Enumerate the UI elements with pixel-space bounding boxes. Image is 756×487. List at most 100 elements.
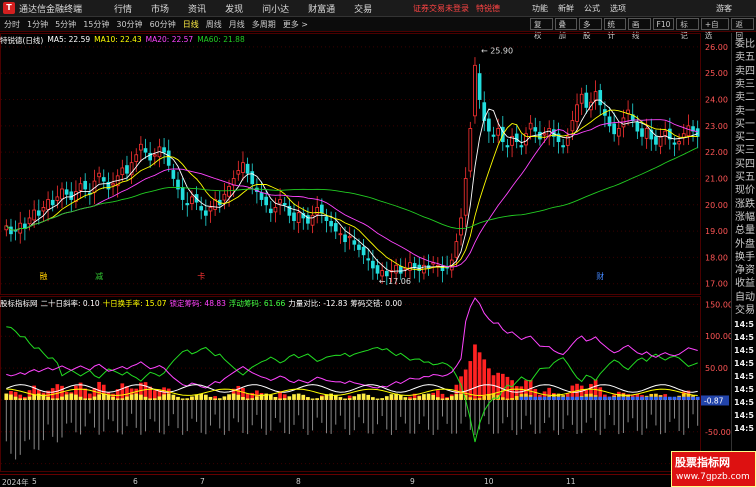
yellow-bar [473, 398, 477, 400]
candle-body [542, 133, 547, 136]
tab-weekly[interactable]: 周线 [203, 19, 225, 30]
menu-item-news[interactable]: 资讯 [188, 2, 206, 15]
tab-timeshare[interactable]: 分时 [1, 19, 23, 30]
yellow-bar [157, 396, 162, 400]
tab-30min[interactable]: 30分钟 [113, 19, 145, 30]
tab-more[interactable]: 更多 > [280, 19, 311, 30]
y-tick-label: 22.00 [705, 148, 728, 157]
tab-daily[interactable]: 日线 [180, 19, 202, 30]
candle-body [371, 260, 375, 269]
yellow-bar [408, 398, 412, 400]
blue-bar [570, 396, 575, 400]
menu-item-function[interactable]: 功能 [532, 3, 548, 14]
yellow-bar [301, 394, 306, 400]
menu-item-trade[interactable]: 交易 [354, 2, 372, 15]
menu-item-wealth[interactable]: 财富通 [308, 2, 335, 15]
candle-body [245, 163, 250, 174]
red-bar [500, 373, 505, 400]
candle-body [282, 203, 287, 206]
candle-body [477, 73, 482, 100]
menu-item-ask[interactable]: 问小达 [262, 2, 289, 15]
tab-1min[interactable]: 1分钟 [24, 19, 51, 30]
candle-body [236, 170, 241, 175]
candle-body [139, 143, 143, 151]
f10-button[interactable]: F10 [652, 18, 675, 30]
yellow-bar [315, 398, 320, 400]
draw-line-button[interactable]: 画线 [628, 18, 651, 40]
mark-button[interactable]: 标记 [676, 18, 699, 40]
yellow-bar [64, 394, 69, 400]
yellow-bar [111, 396, 115, 400]
menu-item-new[interactable]: 新鲜 [558, 3, 574, 14]
low-label: ← 17.06 [379, 277, 411, 286]
blue-bar [635, 396, 640, 400]
candle-body [83, 180, 88, 190]
multi-stock-button[interactable]: 多股 [579, 18, 602, 40]
main-chart-info: 特锐德(日线) MA5: 22.59 MA10: 22.43 MA20: 22.… [0, 35, 700, 45]
blue-bar [551, 396, 556, 400]
login-notice[interactable]: 证券交易未登录 [413, 3, 469, 14]
yellow-bar [454, 394, 459, 400]
menu-item-options[interactable]: 选项 [610, 3, 626, 14]
tab-15min[interactable]: 15分钟 [80, 19, 112, 30]
candle-body [264, 196, 268, 206]
yellow-bar [403, 397, 408, 400]
statistics-button[interactable]: 统计 [603, 18, 626, 40]
kline-chart[interactable]: ← 25.90 ← 17.06 融 减 卡 财 26.00 25.00 24.00 23.00 22… [0, 33, 731, 295]
indicator-chart[interactable]: 150.00100.0050.000.00-50.00-100.00-0.87 [0, 296, 731, 472]
candle-body [612, 123, 616, 135]
ma10-line [6, 109, 698, 271]
yellow-bar [292, 394, 296, 400]
indicator-title: 股标指标网 [0, 299, 38, 308]
candle-body [663, 130, 668, 136]
back-button[interactable]: 返回 [731, 18, 754, 40]
yellow-bar [23, 398, 27, 400]
blue-bar [695, 396, 700, 400]
restore-rights-button[interactable]: 复权 [530, 18, 553, 40]
yellow-bar [199, 393, 204, 400]
tab-monthly[interactable]: 月线 [226, 19, 248, 30]
trade-time: 14:5 [734, 333, 754, 342]
tab-multi-period[interactable]: 多周期 [249, 19, 279, 30]
blue-bar [616, 396, 621, 400]
tab-5min[interactable]: 5分钟 [52, 19, 79, 30]
yellow-bar [440, 398, 445, 400]
event-mark: 减 [95, 271, 103, 281]
tab-60min[interactable]: 60分钟 [147, 19, 179, 30]
candle-body [208, 207, 213, 212]
blue-bar [612, 396, 617, 400]
yellow-bar [115, 398, 120, 400]
blue-bar [654, 396, 658, 400]
yellow-bar [435, 397, 440, 400]
overlay-button[interactable]: 叠加 [554, 18, 577, 40]
yellow-bar [213, 398, 217, 400]
x-label-year: 2024年 [2, 478, 29, 487]
period-toolbar: 分时 1分钟 5分钟 15分钟 30分钟 60分钟 日线 周线 月线 多周期 更… [0, 17, 756, 40]
menu-item-formula[interactable]: 公式 [584, 3, 600, 14]
menu-item-market[interactable]: 市场 [151, 2, 169, 15]
y-tick-label: 23.00 [705, 122, 728, 131]
add-watchlist-button[interactable]: +自选 [700, 18, 730, 40]
menu-item-discover[interactable]: 发现 [225, 2, 243, 15]
yellow-bar [273, 397, 278, 400]
candle-body [398, 266, 403, 274]
candle-body [677, 141, 681, 145]
yellow-bar [162, 394, 166, 400]
candle-body [347, 235, 352, 239]
candle-body [380, 270, 384, 277]
yellow-bar [129, 394, 134, 400]
ma5-value: MA5: 22.59 [47, 35, 91, 44]
trade-time: 14:5 [734, 372, 754, 381]
guest-user[interactable]: 游客 [716, 3, 732, 14]
locked-chips-line [6, 297, 698, 389]
yellow-bar [352, 396, 357, 400]
yellow-bar [227, 394, 231, 400]
y-tick-label: 20.00 [705, 201, 728, 210]
blue-bar [528, 396, 533, 400]
y-tick-label: 150.00 [705, 300, 731, 309]
x-label-may: 5 [32, 477, 37, 486]
menu-item-quotes[interactable]: 行情 [114, 2, 132, 15]
y-tick-label: 18.00 [705, 253, 728, 262]
trade-time: 14:5 [734, 398, 754, 407]
blue-bar [542, 396, 547, 400]
